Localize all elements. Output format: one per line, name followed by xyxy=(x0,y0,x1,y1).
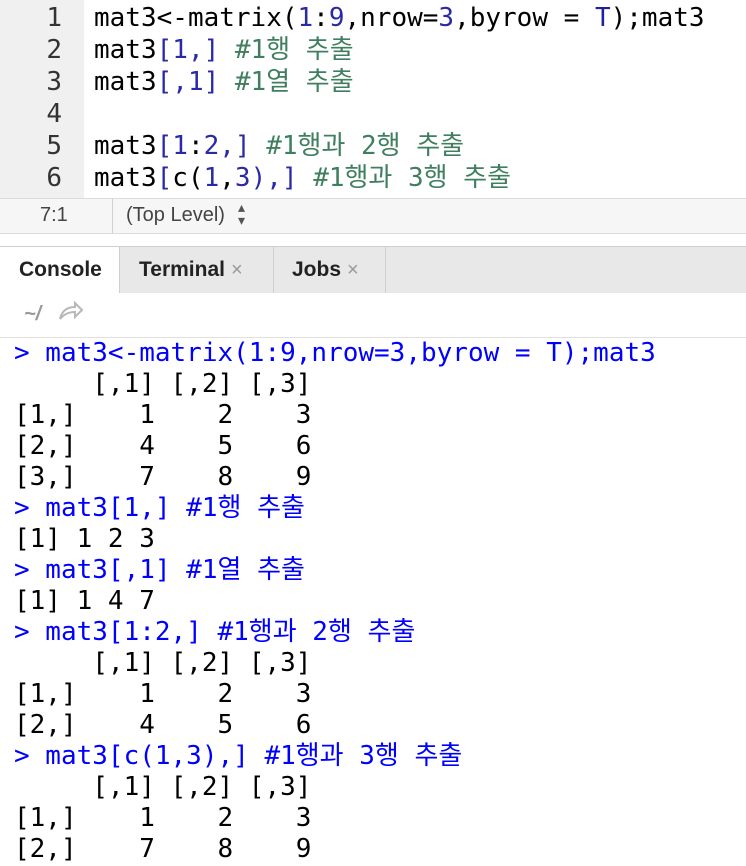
code-text: mat3[,1] #1열 추출 xyxy=(94,66,354,98)
close-icon[interactable]: × xyxy=(347,259,359,281)
line-number: 2 xyxy=(46,35,62,65)
console-output-line: [2,] 7 8 9 xyxy=(14,834,312,864)
working-directory: ~/ xyxy=(24,303,42,325)
console-output-line: [2,] 4 5 6 xyxy=(14,710,312,740)
code-token: : xyxy=(187,131,204,161)
code-token: mat3 xyxy=(94,67,157,97)
code-token: matrix( xyxy=(187,3,298,33)
code-line[interactable]: 5 mat3[1:2,] #1행과 2행 추출 xyxy=(0,130,746,162)
code-token: [, xyxy=(156,67,188,97)
code-line[interactable]: 2 mat3[1,] #1행 추출 xyxy=(0,34,746,66)
tab-console-label: Console xyxy=(19,258,102,281)
tab-jobs-label: Jobs xyxy=(292,258,342,281)
console-input-line: > mat3[1,] #1행 추출 xyxy=(14,493,305,523)
console-input-line: > mat3[1:2,] #1행과 2행 추출 xyxy=(14,617,416,647)
code-token: mat3 xyxy=(94,163,157,193)
share-arrow-icon[interactable] xyxy=(58,300,84,327)
code-token: 3 xyxy=(438,3,455,33)
code-token: 2 xyxy=(203,131,220,161)
code-token: 1 xyxy=(297,3,314,33)
code-line[interactable]: 4 xyxy=(0,98,746,130)
console-output-line: [1,] 1 2 3 xyxy=(14,803,312,833)
code-token: mat3 xyxy=(94,131,157,161)
editor-status-bar: 7:1 (Top Level) ▴ ▾ xyxy=(0,198,746,234)
code-token: ,] xyxy=(187,35,235,65)
console-input-line: > mat3[c(1,3),] #1행과 3행 추출 xyxy=(14,741,463,771)
code-token: 3 xyxy=(234,163,251,193)
code-token: );mat3 xyxy=(610,3,705,33)
cursor-position: 7:1 xyxy=(40,204,68,226)
code-token: ,byrow = xyxy=(454,3,595,33)
pane-splitter[interactable] xyxy=(0,234,746,246)
console-output-line: [1,] 1 2 3 xyxy=(14,679,312,709)
console-output-line: [1] 1 2 3 xyxy=(14,524,155,554)
code-token: mat3 xyxy=(94,3,157,33)
code-token: [ xyxy=(156,131,173,161)
code-token: #1행과 2행 추출 xyxy=(266,131,465,161)
console-output[interactable]: > mat3<-matrix(1:9,nrow=3,byrow = T);mat… xyxy=(0,338,746,866)
code-text: mat3[1,] #1행 추출 xyxy=(94,34,354,66)
code-token: mat3 xyxy=(94,35,157,65)
source-editor[interactable]: 1 mat3<-matrix(1:9,nrow=3,byrow = T);mat3… xyxy=(0,0,746,198)
scope-updown-icon[interactable]: ▴ ▾ xyxy=(238,200,245,227)
code-token: 1 xyxy=(172,131,188,161)
code-token: T xyxy=(594,3,611,33)
code-token: #1행 추출 xyxy=(234,35,354,65)
code-line[interactable]: 6 mat3[c(1,3),] #1행과 3행 추출 xyxy=(0,162,746,194)
code-token: ,] xyxy=(219,131,267,161)
console-output-line: [2,] 4 5 6 xyxy=(14,431,312,461)
line-number: 6 xyxy=(46,163,62,193)
code-token: [ xyxy=(156,35,173,65)
console-output-line: [3,] 7 8 9 xyxy=(14,462,312,492)
tab-jobs[interactable]: Jobs × xyxy=(274,247,386,293)
code-token: 9 xyxy=(328,3,345,33)
code-token: , xyxy=(219,163,235,193)
console-header: ~/ xyxy=(0,293,746,338)
status-divider xyxy=(112,199,113,233)
tab-console[interactable]: Console xyxy=(0,247,120,294)
line-number: 3 xyxy=(46,67,62,97)
console-input-line: > mat3[,1] #1열 추출 xyxy=(14,555,305,585)
code-text: mat3<-matrix(1:9,nrow=3,byrow = T);mat3 xyxy=(94,2,705,34)
code-token: ),] xyxy=(250,163,314,193)
code-token: c( xyxy=(172,163,204,193)
code-text: mat3[c(1,3),] #1행과 3행 추출 xyxy=(94,162,511,194)
code-token: 1 xyxy=(203,163,220,193)
code-token: : xyxy=(313,3,329,33)
console-tab-bar: Console Terminal × Jobs × xyxy=(0,246,746,294)
console-output-line: [1] 1 4 7 xyxy=(14,586,155,616)
tab-terminal[interactable]: Terminal × xyxy=(120,247,274,293)
line-number: 4 xyxy=(46,99,62,129)
line-number: 1 xyxy=(46,3,62,33)
code-token: <- xyxy=(156,3,188,33)
tab-terminal-label: Terminal xyxy=(139,258,225,281)
line-number: 5 xyxy=(46,131,62,161)
code-token: 1 xyxy=(172,35,188,65)
close-icon[interactable]: × xyxy=(231,259,243,281)
code-token: 1 xyxy=(187,67,204,97)
code-token: ] xyxy=(203,67,235,97)
console-input-line: > mat3<-matrix(1:9,nrow=3,byrow = T);mat… xyxy=(14,338,656,368)
code-line[interactable]: 3 mat3[,1] #1열 추출 xyxy=(0,66,746,98)
code-token: [ xyxy=(156,163,173,193)
console-output-line: [,1] [,2] [,3] xyxy=(14,369,312,399)
code-line[interactable]: 1 mat3<-matrix(1:9,nrow=3,byrow = T);mat3 xyxy=(0,2,746,34)
code-text: mat3[1:2,] #1행과 2행 추출 xyxy=(94,130,464,162)
code-token: #1행과 3행 추출 xyxy=(313,163,512,193)
console-output-line: [1,] 1 2 3 xyxy=(14,400,312,430)
code-token: ,nrow= xyxy=(344,3,439,33)
code-token: #1열 추출 xyxy=(234,67,354,97)
console-output-line: [,1] [,2] [,3] xyxy=(14,648,312,678)
scope-selector[interactable]: (Top Level) xyxy=(126,204,225,227)
console-output-line: [,1] [,2] [,3] xyxy=(14,772,312,802)
